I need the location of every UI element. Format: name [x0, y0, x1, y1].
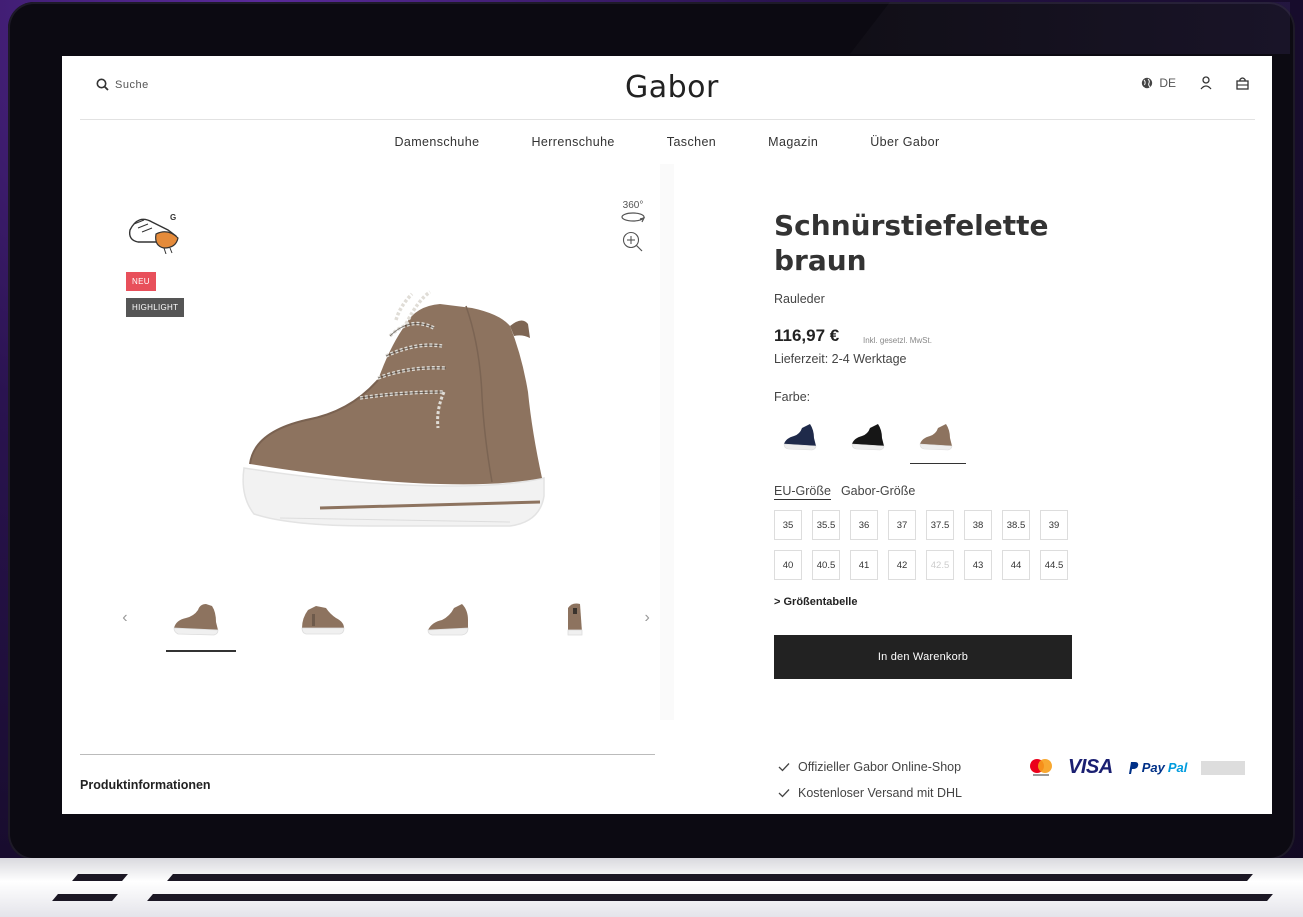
size-chart-link[interactable]: > Größentabelle	[774, 596, 857, 608]
site-header: Suche Gabor DE	[80, 56, 1255, 120]
usp-free-shipping: Kostenloser Versand mit DHL	[778, 786, 962, 800]
tab-gabor-size[interactable]: Gabor-Größe	[841, 484, 915, 500]
svg-text:G: G	[170, 213, 176, 222]
base-stripe	[167, 874, 1253, 881]
mastercard-icon	[1030, 758, 1052, 776]
lid-reflection	[850, 2, 1290, 54]
product-information-heading[interactable]: Produktinformationen	[80, 778, 211, 792]
size-option[interactable]: 38.5	[1002, 510, 1030, 540]
account-icon[interactable]	[1200, 76, 1212, 90]
base-stripe	[72, 874, 128, 881]
badge-new: NEU	[126, 272, 156, 291]
size-grid: 35 35.5 36 37 37.5 38 38.5 39 40 40.5 41 42 42.5 43 44…	[774, 510, 1074, 580]
thumbnail-front-angle[interactable]	[418, 590, 480, 646]
usp-text: Offizieller Gabor Online-Shop	[798, 760, 962, 774]
thumbnail-prev-arrow[interactable]: ‹	[116, 609, 134, 627]
size-option: 42.5	[926, 550, 954, 580]
gabor-logo[interactable]: Gabor	[625, 70, 719, 105]
size-option[interactable]: 43	[964, 550, 992, 580]
size-option[interactable]: 44.5	[1040, 550, 1068, 580]
vat-note: Inkl. gesetzl. MwSt.	[863, 336, 932, 345]
base-stripe	[147, 894, 1273, 901]
rotate-360-label: 360°	[622, 200, 644, 211]
shoe-color-swatch-image	[783, 424, 817, 451]
thumbnail-back[interactable]	[544, 590, 606, 646]
visa-logo: VISA	[1068, 756, 1113, 778]
usp-official-shop: Offizieller Gabor Online-Shop	[778, 760, 961, 774]
shoe-thumbnail-image	[567, 603, 583, 636]
shopping-bag-icon[interactable]	[1236, 76, 1249, 90]
size-option[interactable]: 42	[888, 550, 916, 580]
nav-magazin[interactable]: Magazin	[768, 135, 818, 149]
color-option-black[interactable]	[842, 412, 898, 460]
thumbnail-side[interactable]	[165, 590, 236, 652]
shoe-color-swatch-image	[919, 424, 953, 451]
section-divider	[80, 754, 655, 755]
size-option[interactable]: 36	[850, 510, 878, 540]
size-option[interactable]: 38	[964, 510, 992, 540]
size-option[interactable]: 37	[888, 510, 916, 540]
color-label: Farbe:	[774, 390, 811, 404]
search-label: Suche	[115, 78, 149, 91]
shoe-thumbnail-image	[301, 606, 345, 635]
size-option[interactable]: 35.5	[812, 510, 840, 540]
rotate-360-button[interactable]: 360°	[620, 200, 646, 223]
product-material: Rauleder	[774, 292, 825, 306]
size-option[interactable]: 44	[1002, 550, 1030, 580]
badge-highlight: HIGHLIGHT	[126, 298, 185, 317]
color-option-navy[interactable]	[774, 412, 830, 460]
nav-taschen[interactable]: Taschen	[667, 135, 716, 149]
add-to-cart-button[interactable]: In den Warenkorb	[774, 635, 1072, 679]
thumbnail-next-arrow[interactable]: ›	[638, 609, 656, 627]
checkmark-icon	[778, 763, 790, 772]
product-price: 116,97 €	[774, 326, 840, 345]
delivery-time: Lieferzeit: 2-4 Werktage	[774, 352, 907, 366]
color-option-brown[interactable]	[910, 412, 966, 464]
size-option[interactable]: 41	[850, 550, 878, 580]
shoe-thumbnail-image	[427, 604, 469, 636]
browser-screen: Suche Gabor DE Damenschuhe Herrenschuhe …	[62, 56, 1272, 814]
nav-ueber-gabor[interactable]: Über Gabor	[870, 135, 939, 149]
payment-methods: VISA Pay Pal	[1028, 756, 1246, 779]
zoom-in-icon[interactable]	[622, 231, 644, 253]
rotate-icon	[621, 212, 646, 223]
size-option[interactable]: 35	[774, 510, 802, 540]
main-navigation: Damenschuhe Herrenschuhe Taschen Magazin…	[62, 120, 1272, 164]
shoe-color-swatch-image	[851, 424, 885, 451]
size-option[interactable]: 37.5	[926, 510, 954, 540]
paypal-pal: Pal	[1167, 760, 1188, 775]
product-gallery: G NEU HIGHLIGHT 360° ‹ ›	[80, 164, 660, 720]
laptop-base	[0, 858, 1303, 917]
language-selector[interactable]: DE	[1141, 76, 1176, 90]
sneaker-sketch-icon: G	[128, 213, 179, 254]
checkmark-icon	[778, 789, 790, 798]
size-option[interactable]: 40.5	[812, 550, 840, 580]
color-options	[774, 412, 966, 464]
search-field[interactable]: Suche	[96, 78, 149, 91]
main-product-image[interactable]	[210, 196, 600, 576]
usp-text: Kostenloser Versand mit DHL	[798, 786, 962, 800]
globe-icon	[1142, 77, 1153, 89]
size-option[interactable]: 40	[774, 550, 802, 580]
size-system-tabs: EU-Größe Gabor-Größe	[774, 484, 915, 500]
base-stripe	[52, 894, 118, 901]
tab-eu-size[interactable]: EU-Größe	[774, 484, 831, 500]
language-label: DE	[1159, 76, 1176, 90]
paypal-pay: Pay	[1141, 760, 1165, 775]
thumbnail-strip: ‹ ›	[116, 588, 656, 652]
prepayment-logo	[1201, 760, 1246, 775]
paypal-logo: Pay Pal	[1127, 760, 1188, 775]
size-option[interactable]: 39	[1040, 510, 1068, 540]
nav-damenschuhe[interactable]: Damenschuhe	[394, 135, 479, 149]
paypal-icon	[1128, 761, 1138, 774]
shoe-thumbnail-image	[173, 604, 219, 636]
search-icon	[96, 78, 109, 91]
product-title: Schnürstiefelette braun	[774, 209, 1049, 277]
thumbnail-inner-side[interactable]	[292, 590, 354, 646]
nav-herrenschuhe[interactable]: Herrenschuhe	[531, 135, 614, 149]
